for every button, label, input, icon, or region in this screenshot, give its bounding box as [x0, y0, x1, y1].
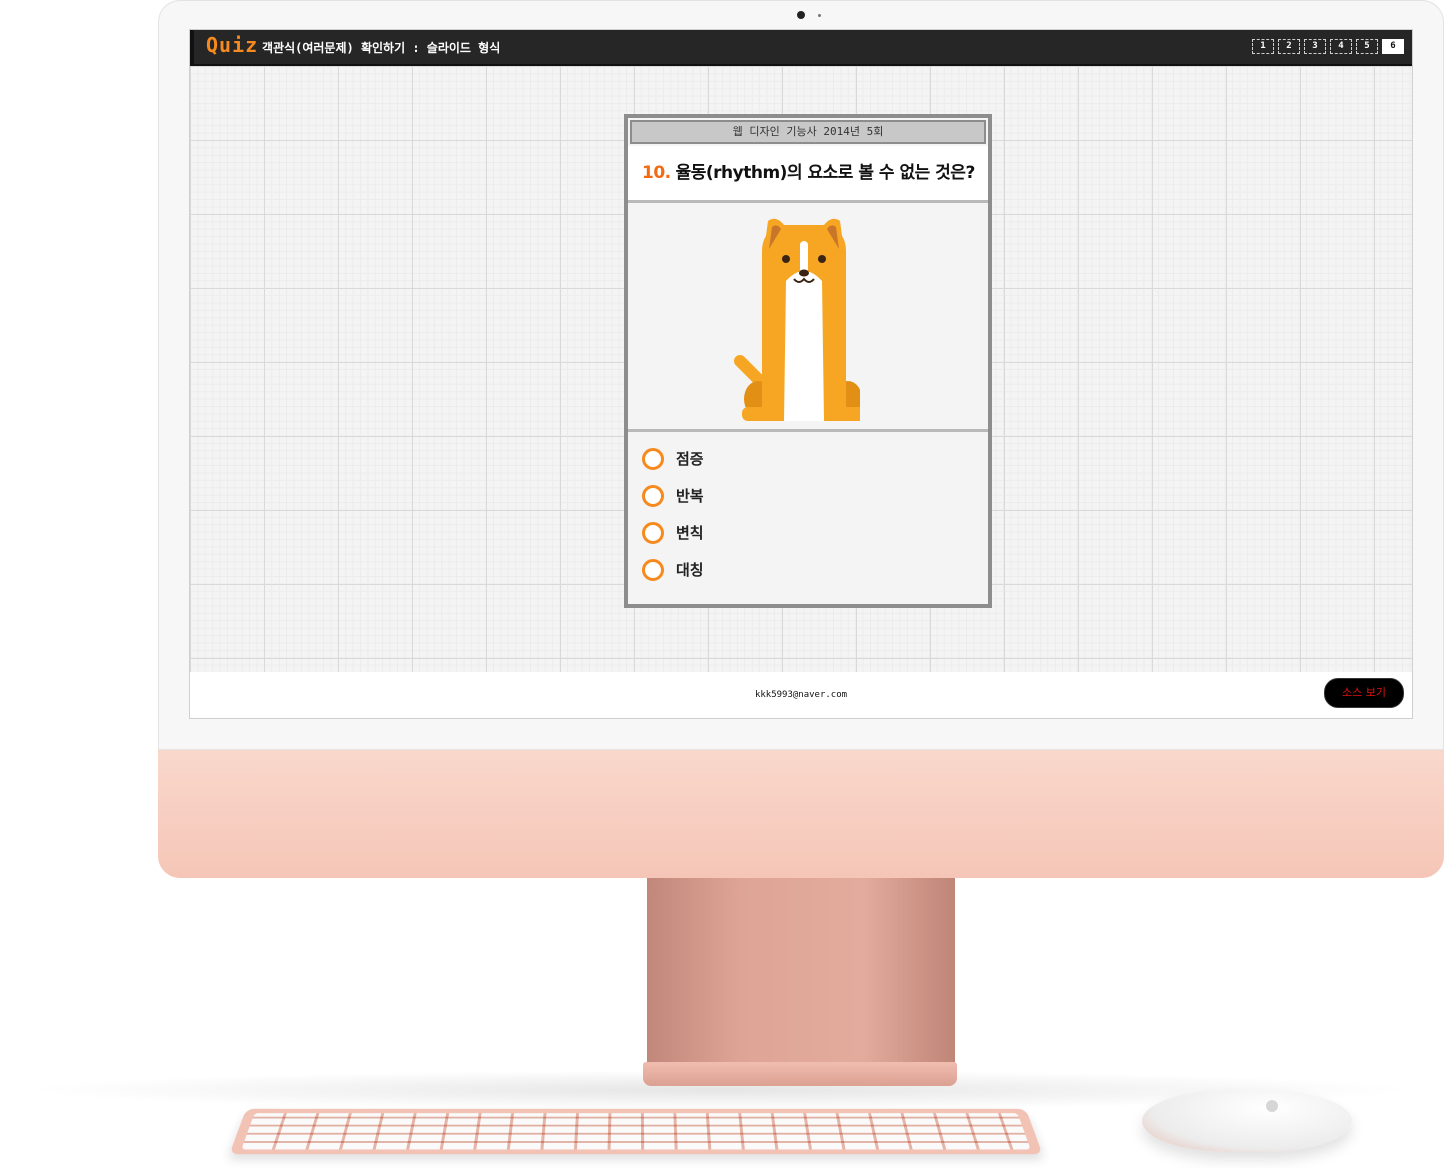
option-4[interactable]: 대칭 — [642, 551, 988, 588]
footer: kkk5993@naver.com 소스 보기 — [190, 672, 1412, 718]
option-label: 대칭 — [676, 561, 704, 579]
page-button-3[interactable]: 3 — [1304, 39, 1326, 54]
page-button-4[interactable]: 4 — [1330, 39, 1352, 54]
quiz-source: 웹 디자인 기능사 2014년 5회 — [630, 120, 986, 144]
view-source-button[interactable]: 소스 보기 — [1324, 678, 1404, 708]
page-button-5[interactable]: 5 — [1356, 39, 1378, 54]
quiz-logo: Quiz — [206, 33, 259, 57]
dog-illustration-icon — [734, 218, 860, 421]
page-button-2[interactable]: 2 — [1278, 39, 1300, 54]
option-label: 점증 — [676, 450, 704, 468]
screen: Quiz 객관식(여러문제) 확인하기 : 슬라이드 형식 1 2 3 4 5 … — [190, 30, 1412, 718]
question-text: 율동(rhythm)의 요소로 볼 수 없는 것은? — [675, 163, 976, 183]
option-label: 변칙 — [676, 524, 704, 542]
apple-logo-icon — [1266, 1100, 1278, 1112]
quiz-card: 웹 디자인 기능사 2014년 5회 10. 율동(rhythm)의 요소로 볼 … — [624, 114, 992, 608]
mouse — [1142, 1090, 1352, 1152]
option-2[interactable]: 반복 — [642, 477, 988, 514]
keyboard — [229, 1108, 1043, 1155]
imac-chin — [158, 750, 1444, 878]
top-bar: Quiz 객관식(여러문제) 확인하기 : 슬라이드 형식 1 2 3 4 5 … — [190, 30, 1412, 66]
option-3[interactable]: 변칙 — [642, 514, 988, 551]
question-number: 10. — [642, 163, 671, 183]
question: 10. 율동(rhythm)의 요소로 볼 수 없는 것은? — [628, 146, 988, 203]
option-1[interactable]: 점증 — [642, 440, 988, 477]
page-button-1[interactable]: 1 — [1252, 39, 1274, 54]
answer-options: 점증 반복 변칙 대칭 — [642, 440, 988, 588]
page-navigation: 1 2 3 4 5 6 — [1252, 39, 1404, 54]
radio-button[interactable] — [642, 484, 664, 507]
radio-button[interactable] — [642, 447, 664, 470]
page-title: 객관식(여러문제) 확인하기 : 슬라이드 형식 — [262, 41, 501, 55]
camera-icon — [797, 11, 805, 19]
contact-email: kkk5993@naver.com — [754, 690, 848, 700]
imac-stand — [647, 878, 955, 1066]
imac-stand-foot — [643, 1062, 957, 1086]
option-label: 반복 — [676, 487, 704, 505]
radio-button[interactable] — [642, 558, 664, 581]
question-image — [628, 203, 988, 432]
keyboard-keys — [241, 1113, 1031, 1150]
radio-button[interactable] — [642, 521, 664, 544]
camera-sensor-icon — [818, 14, 821, 17]
page-button-6[interactable]: 6 — [1382, 39, 1404, 54]
